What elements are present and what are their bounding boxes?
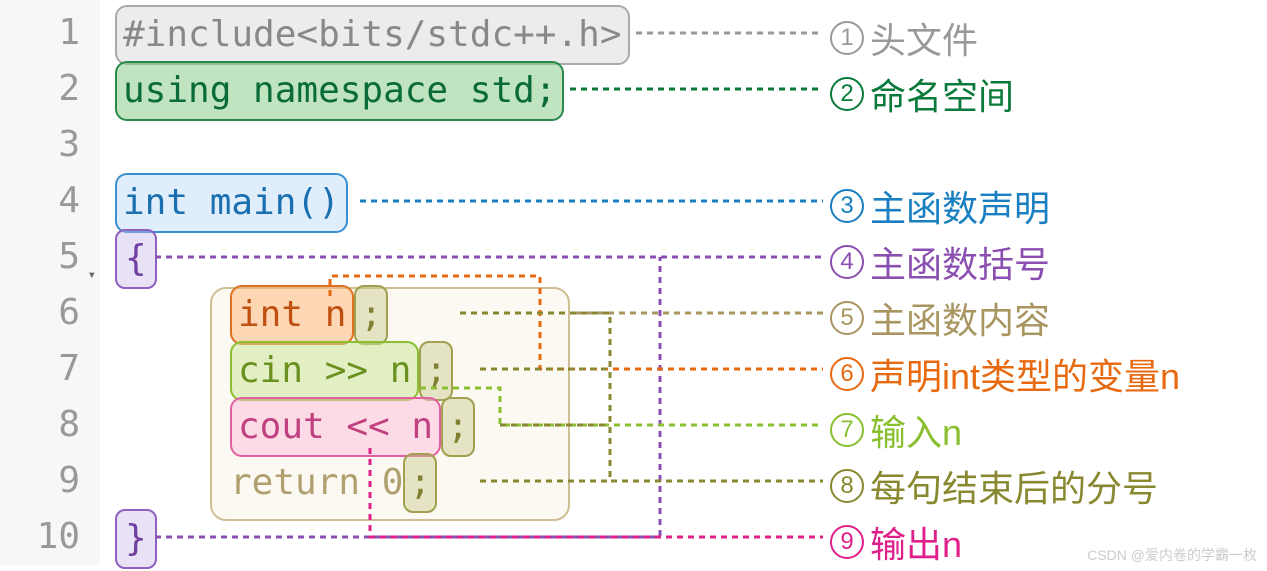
cin-statement: cin >> n	[230, 341, 419, 401]
watermark: CSDN @爱内卷的学霸一枚	[1087, 545, 1257, 565]
line-number: 9	[0, 453, 100, 509]
line-number: 10	[0, 509, 100, 565]
line-6: int n;	[100, 285, 1267, 341]
namespace-statement: using namespace std;	[115, 61, 564, 121]
annot-var-decl: 6声明int类型的变量n	[830, 348, 1180, 400]
line-number: 5▾	[0, 229, 100, 285]
close-brace: }	[115, 509, 157, 569]
annot-header: 1头文件	[830, 12, 978, 64]
line-number: 8	[0, 397, 100, 453]
var-decl: int n	[230, 285, 354, 345]
return-statement: return 0	[230, 462, 403, 503]
line-8: cout << n;	[100, 397, 1267, 453]
line-1: #include<bits/stdc++.h>	[100, 5, 1267, 61]
line-5: {	[100, 229, 1267, 285]
semicolon: ;	[354, 285, 388, 345]
line-2: using namespace std;	[100, 61, 1267, 117]
cout-statement: cout << n	[230, 397, 441, 457]
include-directive: #include<bits/stdc++.h>	[115, 5, 630, 65]
main-declaration: int main()	[115, 173, 348, 233]
annot-body: 5主函数内容	[830, 292, 1050, 344]
annot-output: 9输出n	[830, 516, 962, 568]
line-number: 6	[0, 285, 100, 341]
line-number: 3	[0, 117, 100, 173]
semicolon: ;	[419, 341, 453, 401]
line-number: 2	[0, 61, 100, 117]
line-4: int main()	[100, 173, 1267, 229]
annot-semicolon: 8每句结束后的分号	[830, 460, 1158, 512]
annot-input: 7输入n	[830, 404, 962, 456]
line-number: 7	[0, 341, 100, 397]
line-number: 1	[0, 5, 100, 61]
annot-braces: 4主函数括号	[830, 236, 1050, 288]
open-brace: {	[115, 229, 157, 289]
line-number-gutter: 1 2 3 4 5▾ 6 7 8 9 10	[0, 0, 100, 565]
semicolon: ;	[441, 397, 475, 457]
line-number: 4	[0, 173, 100, 229]
annot-main-decl: 3主函数声明	[830, 180, 1050, 232]
annot-namespace: 2命名空间	[830, 68, 1014, 120]
line-3	[100, 117, 1267, 173]
semicolon: ;	[403, 453, 437, 513]
